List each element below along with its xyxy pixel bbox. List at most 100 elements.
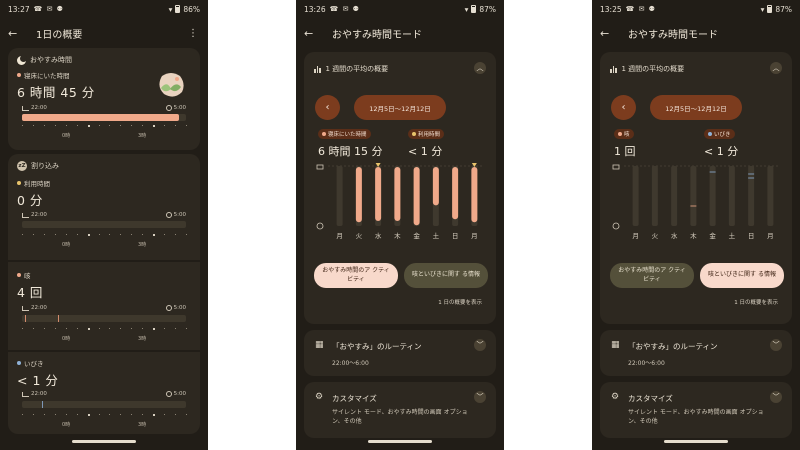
timeline-tick [76, 125, 78, 126]
bed-icon [22, 391, 29, 397]
time-in-bed-chip[interactable]: 寝床にいた時間 [318, 129, 371, 139]
usage-time-value: 0 分 [17, 193, 43, 208]
timeline-tick [76, 414, 78, 415]
timeline-tick [87, 328, 90, 330]
usage-time-label: 利用時間 [24, 180, 50, 188]
previous-week-button[interactable]: ‹ [611, 95, 636, 120]
usage-time-average: < 1 分 [408, 145, 443, 158]
expand-chevron-icon[interactable]: ﹀ [770, 339, 782, 351]
moon-icon [17, 54, 27, 65]
home-indicator[interactable] [664, 440, 728, 443]
snore-average: < 1 分 [704, 145, 739, 158]
expand-chevron-icon[interactable]: ﹀ [474, 391, 486, 403]
customize-card[interactable]: ⚙ カスタマイズ サイレント モード、おやすみ時間の画面 オプション、その他 ﹀ [304, 382, 496, 438]
timeline-tick [142, 414, 144, 415]
timeline-ticks [22, 125, 187, 130]
timeline-tick [43, 234, 45, 235]
chip-label: 利用時間 [418, 132, 441, 138]
back-arrow-icon[interactable]: ← [304, 27, 318, 40]
day-label: 日 [748, 232, 755, 240]
previous-week-button[interactable]: ‹ [315, 95, 340, 120]
time-in-bed-label: 寝床にいた時間 [24, 72, 70, 80]
timeline-tick [175, 125, 177, 126]
day-track [671, 166, 678, 226]
cough-timeline-track [22, 315, 186, 322]
home-indicator[interactable] [368, 440, 432, 443]
day-track [336, 166, 343, 226]
back-arrow-icon[interactable]: ← [8, 27, 22, 40]
chip-label: いびき [714, 132, 731, 138]
cough-snore-info-button[interactable]: 咳といびきに関す る情報 [404, 263, 488, 288]
daily-summary-screen: 13:27 ☎ ✉ ⚉ ▾ 86% ← 1日の概要 ⋮ おやすみ時間 寝床にいた… [0, 0, 208, 450]
day-label: 水 [375, 231, 382, 240]
expand-chevron-icon[interactable]: ﹀ [770, 391, 782, 403]
timeline-tick [87, 125, 90, 127]
usage-time-chip[interactable]: 利用時間 [408, 129, 445, 139]
cough-snore-info-button[interactable]: 咳といびきに関す る情報 [700, 263, 784, 288]
timeline-tick [120, 234, 122, 235]
show-daily-summary-link[interactable]: 1 日の概要を表示 [438, 298, 482, 306]
bedtime-activity-button[interactable]: おやすみ時間のア クティビティ [610, 263, 694, 288]
date-range-pill[interactable]: 12月5日～12月12日 [354, 95, 446, 120]
weekly-summary-card: 1 週間の平均の概要 ︿ ‹ 12月5日～12月12日 寝床にいた時間 利用時間… [304, 52, 496, 324]
weekly-summary-title: 1 週間の平均の概要 [325, 65, 389, 73]
time-in-bed-value: 6 時間 45 分 [17, 85, 95, 100]
bed-icon [316, 164, 324, 170]
home-indicator[interactable] [72, 440, 136, 443]
timeline-tick [109, 234, 111, 235]
snore-label: いびき [24, 360, 44, 368]
wifi-icon: ▾ [168, 4, 173, 14]
gear-icon: ⚙ [611, 392, 620, 402]
status-time: 13:27 [8, 4, 30, 14]
bed-icon [22, 305, 29, 311]
tick-label-3: 3時 [138, 422, 147, 428]
bedtime-section-title: おやすみ時間 [30, 56, 72, 64]
bedtime-routine-card[interactable]: ▦ 「おやすみ」のルーティン 22:00～6:00 ﹀ [600, 330, 792, 376]
tick-label-3: 3時 [138, 336, 147, 342]
routine-title: 「おやすみ」のルーティン [628, 342, 718, 351]
weekly-summary-card: 1 週間の平均の概要 ︿ ‹ 12月5日～12月12日 咳 いびき 1 回 < … [600, 52, 792, 324]
bed-icon [22, 212, 29, 218]
alarm-icon [165, 212, 172, 218]
timeline-tick [131, 125, 133, 126]
customize-card[interactable]: ⚙ カスタマイズ サイレント モード、おやすみ時間の画面 オプション、その他 ﹀ [600, 382, 792, 438]
snore-chip[interactable]: いびき [704, 129, 735, 139]
expand-chevron-icon[interactable]: ﹀ [474, 339, 486, 351]
sleep-timeline-fill [22, 114, 180, 121]
timeline-tick [32, 414, 34, 415]
routine-title: 「おやすみ」のルーティン [332, 342, 422, 351]
weekly-summary-title: 1 週間の平均の概要 [621, 65, 685, 73]
show-daily-summary-link[interactable]: 1 日の概要を表示 [734, 298, 778, 306]
cough-chip[interactable]: 咳 [614, 129, 634, 139]
bedtime-routine-card[interactable]: ▦ 「おやすみ」のルーティン 22:00～6:00 ﹀ [304, 330, 496, 376]
back-arrow-icon[interactable]: ← [600, 27, 614, 40]
date-range-pill[interactable]: 12月5日～12月12日 [650, 95, 742, 120]
timeline-tick [142, 125, 144, 126]
timeline-tick [175, 234, 177, 235]
timeline-ticks [22, 328, 187, 333]
bedtime-mode-screen-cough: 13:25 ☎ ✉ ⚉ ▾ 87% ← おやすみ時間モード 1 週間の平均の概要… [592, 0, 800, 450]
start-time: 22:00 [31, 391, 47, 397]
bedtime-card[interactable]: おやすみ時間 寝床にいた時間 6 時間 45 分 22:00 5:00 0時 3… [8, 48, 200, 150]
bedtime-activity-button[interactable]: おやすみ時間のア クティビティ [314, 263, 398, 288]
bed-icon [612, 164, 620, 170]
snore-card[interactable]: いびき < 1 分 22:00 5:00 0時 3時 [8, 352, 200, 434]
snore-event-marker [41, 401, 43, 408]
interruptions-card[interactable]: zZ 割り込み 利用時間 0 分 22:00 5:00 0時 3時 [8, 154, 200, 260]
bar-chart-icon [314, 65, 321, 73]
wifi-icon: ▾ [760, 4, 765, 14]
collapse-chevron-icon[interactable]: ︿ [474, 62, 486, 74]
more-options-icon[interactable]: ⋮ [188, 28, 198, 39]
timeline-tick [142, 328, 144, 329]
collapse-chevron-icon[interactable]: ︿ [770, 62, 782, 74]
page-title: おやすみ時間モード [332, 29, 422, 41]
timeline-tick [54, 125, 56, 126]
bar-chart-icon [610, 65, 617, 73]
time-in-bed-average: 6 時間 15 分 [318, 145, 383, 158]
timeline-tick [32, 328, 34, 329]
cough-card[interactable]: 咳 4 回 22:00 5:00 0時 3時 [8, 262, 200, 350]
cough-label: 咳 [24, 272, 31, 280]
timeline-tick [186, 234, 187, 235]
interruptions-section-title: 割り込み [31, 162, 59, 170]
timeline-tick [22, 414, 23, 415]
